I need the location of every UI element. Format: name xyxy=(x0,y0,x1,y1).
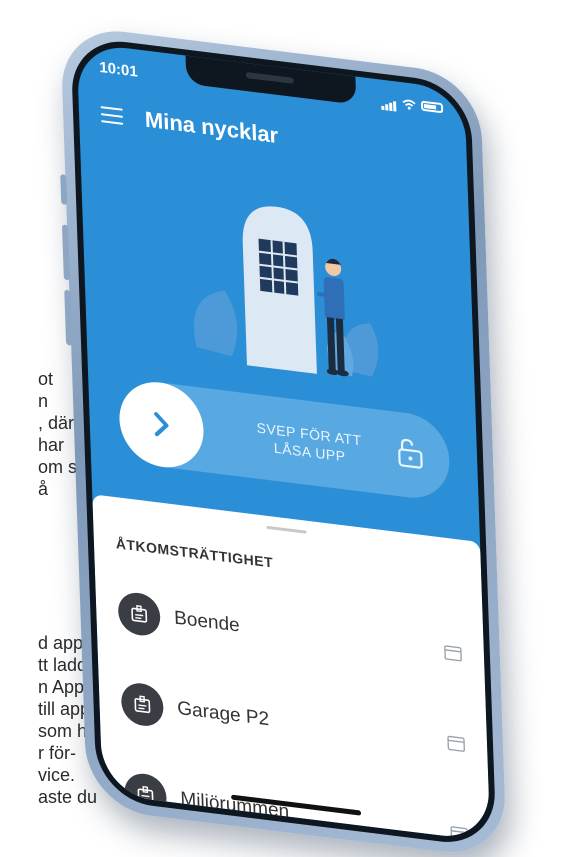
bg-text-line: har xyxy=(38,435,65,455)
status-icons xyxy=(381,92,444,118)
calendar-icon[interactable] xyxy=(447,734,466,752)
bg-text-line: aste du xyxy=(38,787,98,807)
notch xyxy=(185,55,357,105)
bg-text-line: n xyxy=(38,391,49,411)
menu-icon[interactable] xyxy=(100,106,124,125)
speaker xyxy=(245,71,294,84)
swipe-to-unlock[interactable]: SVEP FÖR ATT LÅSA UPP xyxy=(118,377,451,503)
bg-text-line: n App xyxy=(38,677,85,697)
bg-text-line: r för- xyxy=(38,743,76,763)
access-item-label: Garage P2 xyxy=(176,697,270,731)
bg-text-line: , där xyxy=(38,413,75,433)
unlock-icon xyxy=(398,438,423,469)
app-screenshot: ot n , där har om så å d appen tt ladda … xyxy=(0,0,587,857)
app-header: Mina nycklar xyxy=(100,101,279,149)
wifi-icon xyxy=(402,99,416,110)
swipe-label: SVEP FÖR ATT LÅSA UPP xyxy=(239,416,380,469)
status-time: 10:01 xyxy=(99,58,138,81)
badge-icon xyxy=(117,590,161,638)
volume-down-button xyxy=(64,289,73,346)
bg-text-line: å xyxy=(38,479,49,499)
chevron-right-icon xyxy=(154,412,169,437)
door-illustration xyxy=(193,206,379,377)
access-item-garage-p2[interactable]: Garage P2 xyxy=(120,672,466,775)
bg-text-line: vice. xyxy=(38,765,76,785)
sheet-drag-handle[interactable] xyxy=(266,525,307,534)
calendar-icon[interactable] xyxy=(450,825,469,842)
access-sheet: ÅTKOMSTRÄTTIGHET Boende Garage P2 Miljör… xyxy=(92,494,491,842)
bg-text-line: ot xyxy=(38,369,54,389)
badge-icon xyxy=(120,680,165,729)
app-screen: 10:01 Mina nycklar SVEP FÖR ATT LÅSA UPP… xyxy=(76,42,491,842)
phone-frame: 10:01 Mina nycklar SVEP FÖR ATT LÅSA UPP… xyxy=(60,24,507,857)
swipe-handle[interactable] xyxy=(118,377,205,473)
silent-switch xyxy=(60,174,68,206)
signal-icon xyxy=(381,92,398,112)
battery-icon xyxy=(420,100,444,114)
access-item-boende[interactable]: Boende xyxy=(117,581,463,684)
volume-up-button xyxy=(61,224,70,281)
phone-bezel: 10:01 Mina nycklar SVEP FÖR ATT LÅSA UPP… xyxy=(70,35,497,849)
access-heading: ÅTKOMSTRÄTTIGHET xyxy=(115,535,274,571)
calendar-icon[interactable] xyxy=(444,644,463,662)
page-title: Mina nycklar xyxy=(144,106,279,149)
access-item-label: Boende xyxy=(173,607,241,637)
